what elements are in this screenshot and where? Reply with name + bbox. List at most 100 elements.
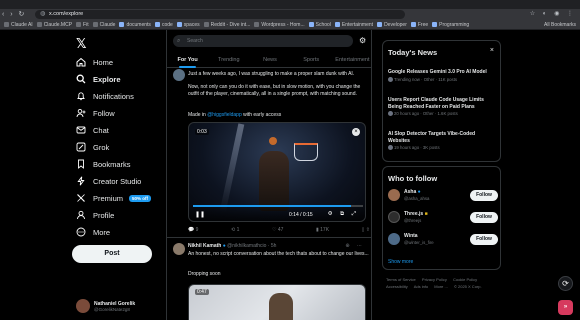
tweet-text-line2: Now, not only can you do it with ease, b… [188,84,361,97]
bookmark-folder[interactable]: spaces [176,22,200,28]
footer-link[interactable]: More ... [434,284,448,289]
grok-float-icon[interactable]: ⟳ [558,276,573,291]
todays-news-card: Today's News × Google Releases Gemini 3.… [382,40,501,162]
bookmark-item[interactable]: Claude [92,22,115,28]
browser-nav-buttons[interactable]: ‹ › ↻ [2,10,26,18]
author-name[interactable]: Nikhil Kamath [188,243,221,249]
bookmark-item[interactable]: Wordpress - Hom... [254,22,305,28]
avatar-stack-icon [388,76,393,82]
extension-icons[interactable]: ☆ ◐ ◉ ⋮ [530,10,576,17]
close-icon[interactable]: × [490,47,494,54]
show-more-link[interactable]: Show more [388,259,413,265]
bookmark-icon [78,159,84,169]
footer-link[interactable]: Ads info [414,284,428,289]
follow-button[interactable]: Follow [470,234,498,245]
video-progress-fill [193,205,352,207]
like-button[interactable]: ♡ 47 [272,227,283,233]
tab-trending[interactable]: Trending [208,54,249,67]
bookmark-item[interactable]: Reddit - Dive int... [203,22,250,28]
follow-button[interactable]: Follow [470,190,498,201]
all-bookmarks[interactable]: All Bookmarks [544,22,576,28]
sidebar-item-bookmarks[interactable]: Bookmarks [76,157,131,171]
bookmark-item[interactable]: Claude AI [4,22,33,28]
bookmark-folder[interactable]: Developer [377,22,407,28]
avatar [388,233,400,245]
person-icon [77,210,85,220]
bookmark-item[interactable]: Claude.MCP [36,22,72,28]
follow-suggestion[interactable]: Three.js ■ @threejs Follow [388,209,498,227]
video-progress-bar[interactable] [193,205,363,207]
video-control-icons[interactable]: ⚙ ⧉ ⤢ [328,211,359,218]
tab-entertainment[interactable]: Entertainment [332,54,371,67]
sidebar-item-chat[interactable]: Chat [76,123,109,137]
news-item[interactable]: Google Releases Gemini 3.0 Pro AI Model … [388,69,498,82]
bookmark-share-buttons[interactable]: ▯ ⇪ [362,227,370,233]
news-item[interactable]: AI Slop Detector Targets Vibe-Coded Webs… [388,131,498,150]
search-input[interactable]: ⌕ Search [173,35,353,47]
sidebar-item-creator-studio[interactable]: Creator Studio [76,174,141,188]
follow-suggestion[interactable]: Asha ● @asha_ahsa Follow [388,187,498,205]
bookmark-folder[interactable]: Programming [432,22,469,28]
sidebar-item-follow[interactable]: Follow [76,106,115,120]
repost-button[interactable]: ⟲ 1 [231,227,239,233]
footer-link[interactable]: Privacy Policy [422,277,447,282]
verified-badge-icon: ■ [424,211,428,217]
tweet-text-line1: Just a few weeks ago, I was struggling t… [188,71,355,77]
bookmarks-bar: Claude AI Claude.MCP Fit Claude document… [0,20,580,30]
account-switcher[interactable]: Nathaniel Gorelik @GorelikNate2g8 [76,296,162,316]
footer-link: © 2025 X Corp. [453,284,482,289]
tweet-header: Nikhil Kamath ● @nikhilkamathcio · 5h [188,243,276,249]
x-logo-icon[interactable]: 𝕏 [76,36,86,52]
video-player[interactable]: 0:03 × ❚❚ 0:14 / 0:15 ⚙ ⧉ ⤢ [188,122,366,222]
lock-icon: ◍ [40,11,46,17]
tab-for-you[interactable]: For You [167,54,208,68]
post-button[interactable]: Post [72,245,152,263]
pause-icon[interactable]: ❚❚ [195,211,205,218]
sidebar-item-more[interactable]: More [76,225,110,239]
avatar-stack-icon [388,145,393,150]
news-item[interactable]: Users Report Claude Code Usage Limits Be… [388,97,498,116]
footer-link[interactable]: Cookie Policy [453,277,477,282]
tab-news[interactable]: News [249,54,290,67]
avatar[interactable] [173,69,185,81]
reply-button[interactable]: 💬 9 [188,227,198,233]
avatar[interactable] [173,243,185,255]
footer-link[interactable]: Accessibility [386,284,408,289]
bell-icon [77,92,85,101]
tab-sports[interactable]: Sports [291,54,332,67]
views-button[interactable]: ▮ 17K [316,227,329,233]
more-circle-icon [76,227,86,237]
bookmark-folder[interactable]: Entertainment [334,22,373,28]
address-bar-url: x.com/explore [49,11,84,17]
follow-suggestion[interactable]: Winta @winter_is_fire Follow [388,231,498,249]
author-handle[interactable]: @nikhilkamathcio · 5h [227,243,276,249]
tweet-menu-icons[interactable]: ⊕ ⋯ [345,243,365,249]
explore-tabs: For You Trending News Sports Entertainme… [167,54,371,68]
main-feed: ⌕ Search ⚙ For You Trending News Sports … [166,30,372,320]
bookmark-folder[interactable]: Free [410,22,428,28]
sidebar-item-premium[interactable]: Premium 50% off [76,191,152,205]
bookmark-folder[interactable]: School [308,22,331,28]
bookmark-folder[interactable]: documents [119,22,151,28]
card-title: Who to follow [388,174,438,183]
address-bar[interactable]: ◍ x.com/explore [35,10,405,19]
bookmark-item[interactable]: Fit [76,22,89,28]
sidebar-item-label: Grok [93,142,110,152]
gear-icon[interactable]: ⚙ [359,36,366,45]
close-icon[interactable]: × [352,128,360,136]
sidebar-item-label: Creator Studio [93,176,142,186]
follow-button[interactable]: Follow [470,212,498,223]
footer-link[interactable]: Terms of Service [386,277,416,282]
profile-name: Nathaniel Gorelik [94,300,136,307]
mention-link[interactable]: @higgsfieldapp [207,112,242,118]
tweet-media[interactable]: 0:47 [188,284,366,320]
sidebar-item-home[interactable]: Home [76,55,113,69]
x-icon [77,194,85,202]
sidebar-item-notifications[interactable]: Notifications [76,89,134,103]
tweet-subtext: Dropping soon [188,271,221,277]
bookmark-folder[interactable]: code [154,22,173,28]
sidebar-item-profile[interactable]: Profile [76,208,114,222]
sidebar-item-explore[interactable]: Explore [76,72,121,86]
sidebar-item-grok[interactable]: Grok [76,140,109,154]
messages-float-icon[interactable]: » [558,300,573,315]
